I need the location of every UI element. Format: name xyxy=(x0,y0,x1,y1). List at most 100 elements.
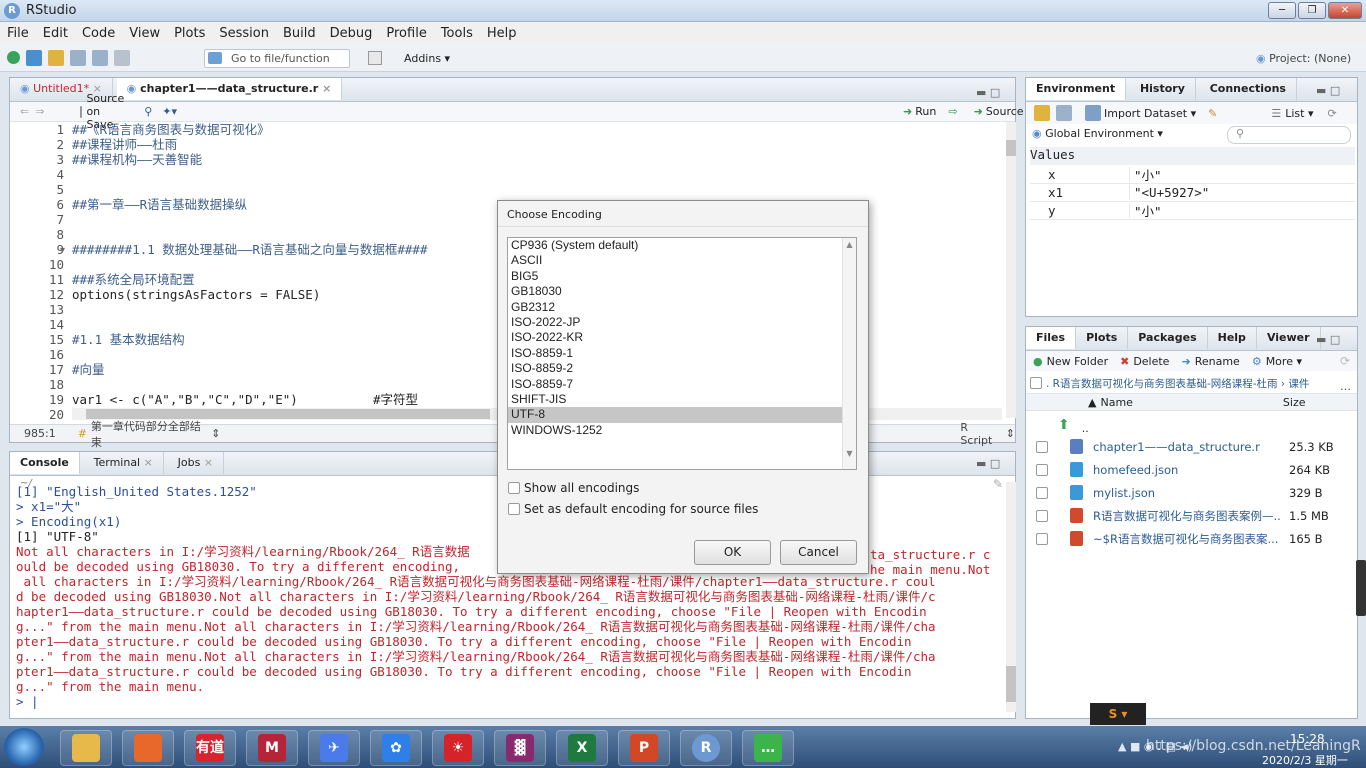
taskbar-app-feishu[interactable]: ✈ xyxy=(308,730,360,766)
scroll-down-icon[interactable]: ▼ xyxy=(843,449,856,458)
env-row[interactable]: x1 "<U+5927>" xyxy=(1030,184,1355,202)
menu-profile[interactable]: Profile xyxy=(379,23,433,44)
encoding-option[interactable]: CP936 (System default) xyxy=(508,238,842,253)
tab-connections[interactable]: Connections xyxy=(1200,78,1297,100)
more-button[interactable]: More xyxy=(1266,355,1293,368)
clear-console-icon[interactable]: ✎ xyxy=(993,477,1003,491)
file-row[interactable]: homefeed.json 264 KB xyxy=(1026,458,1357,481)
list-view-toggle[interactable]: List xyxy=(1285,107,1304,120)
open-file-icon[interactable] xyxy=(48,49,64,66)
side-handle[interactable] xyxy=(1356,560,1366,616)
forward-arrow-icon[interactable]: ⇒ xyxy=(35,105,44,118)
file-name[interactable]: mylist.json xyxy=(1093,486,1281,500)
menu-debug[interactable]: Debug xyxy=(323,23,380,44)
tab-environment[interactable]: Environment xyxy=(1026,78,1127,100)
taskbar-app-acrobat[interactable]: ☀ xyxy=(432,730,484,766)
encoding-option[interactable]: ISO-8859-1 xyxy=(508,346,842,361)
taskbar-app-youdao[interactable]: 有道 xyxy=(184,730,236,766)
column-size[interactable]: Size xyxy=(1283,396,1306,409)
encoding-option[interactable]: GB2312 xyxy=(508,300,842,315)
print-icon[interactable] xyxy=(114,49,130,66)
encoding-option[interactable]: ASCII xyxy=(508,253,842,268)
menu-plots[interactable]: Plots xyxy=(167,23,212,44)
menu-view[interactable]: View xyxy=(122,23,167,44)
encoding-option[interactable]: GB18030 xyxy=(508,284,842,299)
tab-viewer[interactable]: Viewer xyxy=(1257,327,1321,349)
env-row[interactable]: x "小" xyxy=(1030,166,1355,184)
menu-code[interactable]: Code xyxy=(75,23,122,44)
set-default-encoding-checkbox[interactable] xyxy=(508,503,520,515)
global-environment-selector[interactable]: ◉ Global Environment ▾ xyxy=(1032,127,1163,140)
file-name[interactable]: ~$R语言数据可视化与商务图表案... xyxy=(1093,531,1281,547)
file-checkbox[interactable] xyxy=(1036,463,1048,476)
import-dataset-button[interactable]: Import Dataset xyxy=(1104,107,1187,120)
section-selector[interactable]: 第一章代码部分全部结束 xyxy=(91,418,207,450)
menu-session[interactable]: Session xyxy=(212,23,276,44)
new-folder-button[interactable]: New Folder xyxy=(1047,355,1108,368)
maximize-button[interactable]: ❐ xyxy=(1298,2,1326,19)
file-checkbox[interactable] xyxy=(1036,532,1048,545)
file-row[interactable]: mylist.json 329 B xyxy=(1026,481,1357,504)
encoding-option[interactable]: ISO-8859-7 xyxy=(508,377,842,392)
scroll-up-icon[interactable]: ▲ xyxy=(843,240,856,249)
file-name[interactable]: homefeed.json xyxy=(1093,463,1281,477)
tab-plots[interactable]: Plots xyxy=(1076,327,1129,349)
source-button[interactable]: Source xyxy=(986,105,1024,118)
editor-pane-controls[interactable]: ▬ □ xyxy=(976,86,1000,99)
start-button[interactable] xyxy=(4,728,44,766)
set-default-encoding-row[interactable]: Set as default encoding for source files xyxy=(508,502,758,516)
taskbar-app-rstudio[interactable]: R xyxy=(680,730,732,766)
taskbar-app-powerpoint[interactable]: P xyxy=(618,730,670,766)
ime-toolbar[interactable]: S ▾ xyxy=(1090,703,1146,725)
source-on-save-checkbox[interactable] xyxy=(80,105,83,118)
menu-tools[interactable]: Tools xyxy=(434,23,480,44)
rename-button[interactable]: Rename xyxy=(1195,355,1240,368)
fold-marker-icon[interactable]: ▾ xyxy=(60,245,65,256)
file-row[interactable]: chapter1——data_structure.r 25.3 KB xyxy=(1026,435,1357,458)
file-checkbox[interactable] xyxy=(1036,509,1048,522)
file-row[interactable]: ~$R语言数据可视化与商务图表案... 165 B xyxy=(1026,527,1357,550)
encoding-option[interactable]: ISO-2022-JP xyxy=(508,315,842,330)
rerun-icon[interactable]: ⇨ xyxy=(948,105,957,118)
tab-console[interactable]: Console xyxy=(10,452,80,474)
env-pane-controls[interactable]: ▬ □ xyxy=(1316,84,1340,97)
encoding-option[interactable]: ISO-2022-KR xyxy=(508,330,842,345)
cancel-button[interactable]: Cancel xyxy=(780,540,857,565)
close-window-button[interactable]: ✕ xyxy=(1328,2,1362,19)
files-pane-controls[interactable]: ▬ □ xyxy=(1316,333,1340,346)
file-row[interactable]: R语言数据可视化与商务图表案例—... 1.5 MB xyxy=(1026,504,1357,527)
tab-chapter1[interactable]: ◉ chapter1——data_structure.r × xyxy=(116,78,343,100)
console-pane-controls[interactable]: ▬ □ xyxy=(976,457,1000,470)
go-to-file-input[interactable]: Go to file/function xyxy=(204,49,350,68)
env-search-input[interactable]: ⚲ xyxy=(1227,126,1351,144)
new-file-icon[interactable] xyxy=(7,51,20,64)
load-workspace-icon[interactable] xyxy=(1034,105,1050,121)
menu-file[interactable]: File xyxy=(0,23,36,44)
taskbar-app-excel[interactable]: X xyxy=(556,730,608,766)
addins-menu[interactable]: Addins ▾ xyxy=(404,52,450,65)
back-arrow-icon[interactable]: ⇐ xyxy=(20,105,29,118)
taskbar-app-firefox[interactable] xyxy=(122,730,174,766)
menu-edit[interactable]: Edit xyxy=(36,23,75,44)
file-checkbox[interactable] xyxy=(1036,440,1048,453)
editor-vertical-scrollbar[interactable] xyxy=(1006,122,1016,418)
files-overflow-icon[interactable]: … xyxy=(1340,380,1351,393)
taskbar-app-mindmaster[interactable]: M xyxy=(246,730,298,766)
delete-button[interactable]: Delete xyxy=(1133,355,1169,368)
refresh-files-icon[interactable]: ⟳ xyxy=(1340,354,1350,368)
taskbar-app-explorer[interactable] xyxy=(60,730,112,766)
encoding-list-scrollbar[interactable]: ▲ ▼ xyxy=(842,238,856,469)
encoding-option[interactable]: UTF-8 xyxy=(508,407,842,423)
file-checkbox[interactable] xyxy=(1036,486,1048,499)
encoding-option[interactable]: WINDOWS-1252 xyxy=(508,423,842,438)
console-scrollbar[interactable] xyxy=(1006,482,1016,712)
taskbar-app-baidunetdisk[interactable]: ✿ xyxy=(370,730,422,766)
column-name[interactable]: Name xyxy=(1100,396,1132,409)
clock-date[interactable]: 2020/2/3 星期一 xyxy=(1262,752,1348,768)
minimize-button[interactable]: ─ xyxy=(1268,2,1296,19)
encoding-option[interactable]: ISO-8859-2 xyxy=(508,361,842,376)
show-all-encodings-checkbox[interactable] xyxy=(508,482,520,494)
clock-time[interactable]: 15:28 xyxy=(1290,732,1325,746)
search-icon[interactable]: ⚲ xyxy=(144,105,152,118)
encoding-list[interactable]: CP936 (System default) ASCII BIG5 GB18030 GB… xyxy=(507,237,857,470)
